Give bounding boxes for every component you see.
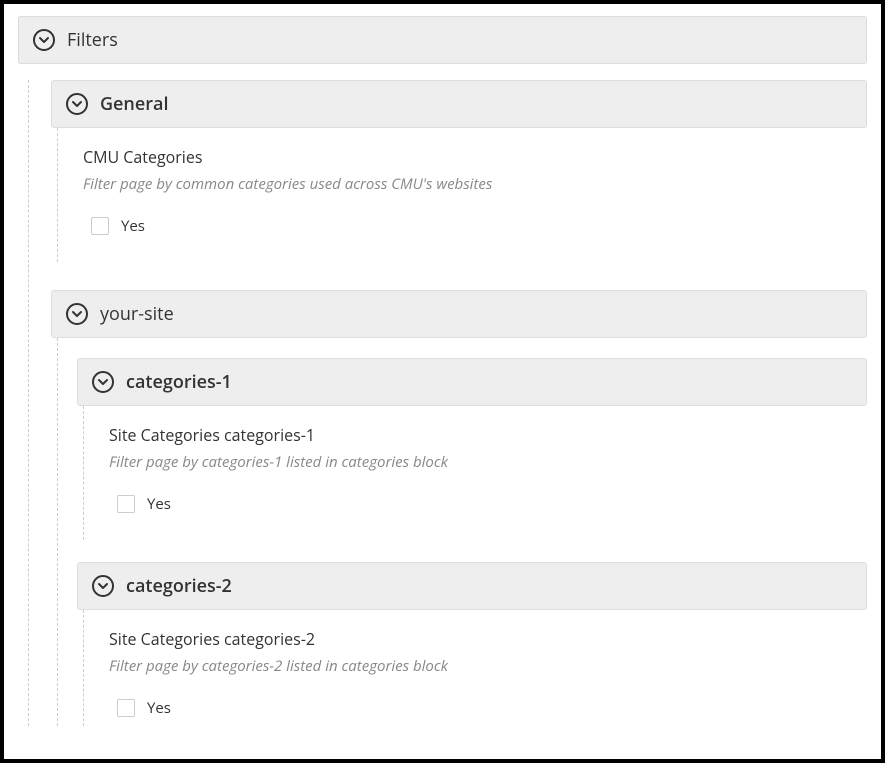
categories-1-content: Site Categories categories-1 Filter page… [83, 406, 867, 540]
general-panel-header[interactable]: General [51, 80, 867, 128]
categories-2-field-label: Site Categories categories-2 [109, 628, 861, 650]
categories-2-checkbox-label: Yes [147, 698, 171, 718]
categories-1-panel-header[interactable]: categories-1 [77, 358, 867, 406]
categories-1-field-label: Site Categories categories-1 [109, 424, 861, 446]
categories-1-description: Filter page by categories-1 listed in ca… [109, 452, 861, 472]
filters-title: Filters [67, 28, 118, 52]
categories-2-title: categories-2 [126, 574, 232, 598]
general-content: CMU Categories Filter page by common cat… [57, 128, 867, 262]
chevron-down-icon [66, 303, 88, 325]
categories-2-checkbox-row: Yes [109, 698, 861, 718]
chevron-down-icon [33, 29, 55, 51]
cmu-categories-checkbox-row: Yes [83, 216, 861, 236]
chevron-down-icon [66, 93, 88, 115]
filters-content: General CMU Categories Filter page by co… [28, 80, 867, 726]
categories-1-checkbox-row: Yes [109, 494, 861, 514]
yoursite-panel-header[interactable]: your-site [51, 290, 867, 338]
filters-panel-header[interactable]: Filters [18, 16, 867, 64]
categories-1-checkbox-label: Yes [147, 494, 171, 514]
yoursite-content: categories-1 Site Categories categories-… [57, 338, 867, 726]
cmu-categories-checkbox-label: Yes [121, 216, 145, 236]
categories-1-title: categories-1 [126, 370, 232, 394]
chevron-down-icon [92, 575, 114, 597]
cmu-categories-description: Filter page by common categories used ac… [83, 174, 861, 194]
yoursite-title: your-site [100, 302, 174, 326]
cmu-categories-checkbox[interactable] [91, 217, 109, 235]
categories-2-panel-header[interactable]: categories-2 [77, 562, 867, 610]
chevron-down-icon [92, 371, 114, 393]
categories-2-description: Filter page by categories-2 listed in ca… [109, 656, 861, 676]
categories-1-checkbox[interactable] [117, 495, 135, 513]
categories-2-checkbox[interactable] [117, 699, 135, 717]
categories-2-content: Site Categories categories-2 Filter page… [83, 610, 867, 726]
general-title: General [100, 92, 168, 116]
cmu-categories-label: CMU Categories [83, 146, 861, 168]
